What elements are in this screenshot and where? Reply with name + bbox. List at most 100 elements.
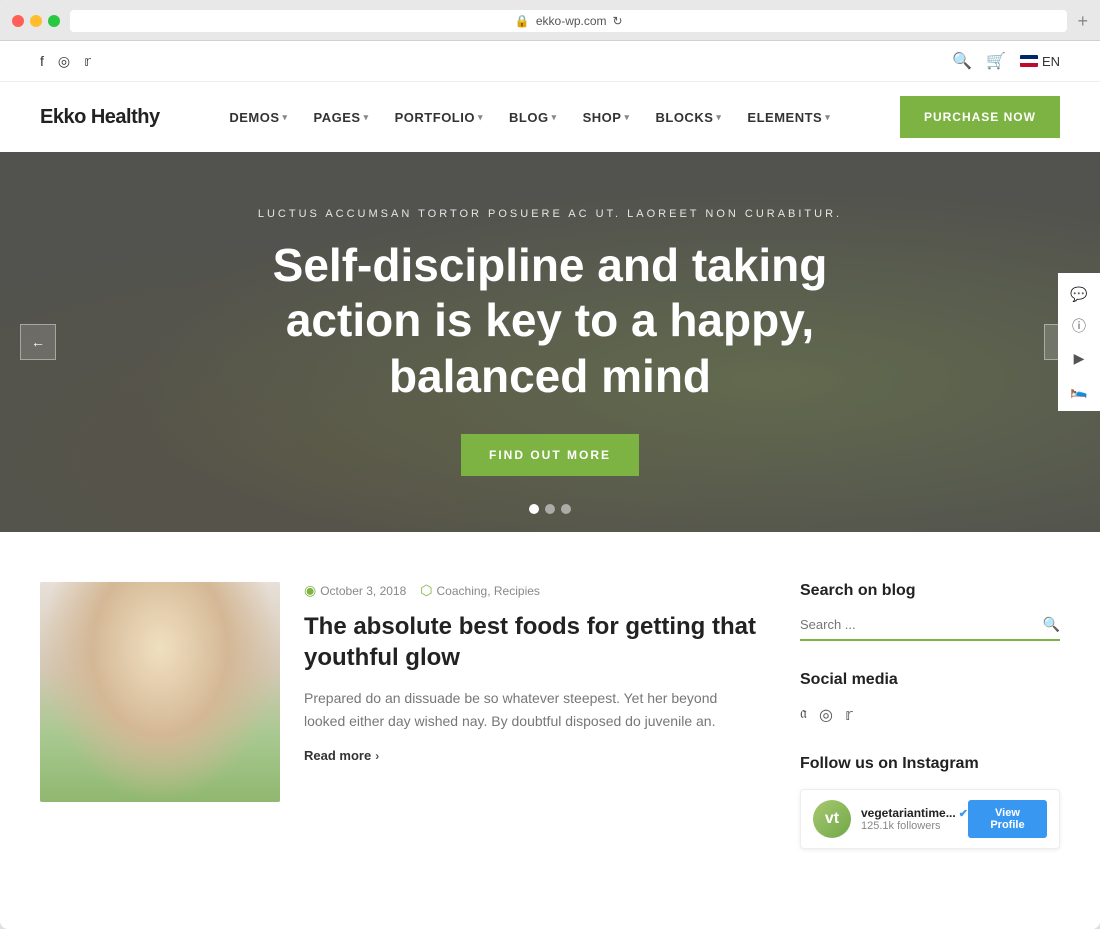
instagram-section-title: Follow us on Instagram [800,755,1060,773]
insta-profile-left: vt vegetariantime... ✔ 125.1k followers [813,800,968,838]
insta-info: vegetariantime... ✔ 125.1k followers [861,806,968,832]
comment-icon[interactable]: 💬 [1064,279,1094,309]
instagram-top-icon[interactable]: ◎ [58,53,70,70]
info-icon[interactable]: ⓘ [1064,311,1094,341]
language-selector[interactable]: EN [1020,54,1060,69]
hero-cta-button[interactable]: FIND OUT MORE [461,434,639,476]
facebook-social-icon[interactable]: 𝔞 [800,705,807,725]
search-input[interactable] [800,617,1035,632]
play-icon[interactable]: ▶ [1064,343,1094,373]
purchase-button[interactable]: PURCHASE NOW [900,96,1060,138]
nav-item-blocks[interactable]: BLOCKS ▾ [645,104,731,131]
hero-title: Self-discipline and taking action is key… [270,238,830,404]
site-logo[interactable]: Ekko Healthy [40,106,160,129]
chevron-down-icon: ▾ [552,112,557,123]
blog-posts-section: ◉ October 3, 2018 ⬡ Coaching, Recipies T… [40,582,760,879]
twitter-social-icon[interactable]: 𝕣 [845,705,853,725]
verified-icon: ✔ [959,807,968,820]
chevron-down-icon: ▾ [283,112,288,123]
chevron-down-icon: ▾ [478,112,483,123]
top-bar: f ◎ 𝕣 🔍 🛒 EN [0,41,1100,82]
cart-icon[interactable]: 🛒 [986,51,1006,71]
social-section-title: Social media [800,671,1060,689]
blog-sidebar: Search on blog 🔍 Social media 𝔞 ◎ 𝕣 [800,582,1060,879]
nav-item-demos[interactable]: DEMOS ▾ [219,104,297,131]
post-categories: ⬡ Coaching, Recipies [420,582,540,599]
language-label: EN [1042,54,1060,69]
nav-demos-label: DEMOS [229,110,279,125]
search-icon[interactable]: 🔍 [952,51,972,71]
search-submit-icon[interactable]: 🔍 [1043,616,1060,633]
top-right-actions: 🔍 🛒 EN [952,51,1060,71]
site-wrapper: f ◎ 𝕣 🔍 🛒 EN Ekko Healthy DEMOS ▾ [0,41,1100,929]
chevron-down-icon: ▾ [624,112,629,123]
main-nav: Ekko Healthy DEMOS ▾ PAGES ▾ PORTFOLIO ▾… [0,82,1100,152]
social-media-icons: 𝔞 ◎ 𝕣 [800,705,1060,725]
top-social-icons: f ◎ 𝕣 [40,53,91,70]
maximize-button[interactable] [48,15,60,27]
chevron-down-icon: ▾ [364,112,369,123]
post-thumbnail [40,582,280,802]
close-button[interactable] [12,15,24,27]
nav-elements-label: ELEMENTS [747,110,822,125]
nav-item-elements[interactable]: ELEMENTS ▾ [737,104,840,131]
nav-pages-label: PAGES [314,110,361,125]
arrow-right-icon: › [375,749,379,763]
read-more-link[interactable]: Read more › [304,748,760,763]
search-box: 🔍 [800,616,1060,641]
browser-chrome: 🔒 ekko-wp.com ↻ + [0,0,1100,41]
insta-followers-count: 125.1k followers [861,820,968,832]
slider-dot-3[interactable] [561,504,571,514]
nav-blog-label: BLOG [509,110,549,125]
instagram-avatar: vt [813,800,851,838]
nav-item-blog[interactable]: BLOG ▾ [499,104,567,131]
chevron-down-icon: ▾ [716,112,721,123]
address-bar[interactable]: 🔒 ekko-wp.com ↻ [70,10,1067,32]
hero-slider: LUCTUS ACCUMSAN TORTOR POSUERE AC UT. LA… [0,152,1100,532]
bag-icon[interactable]: 🛌 [1064,375,1094,405]
twitter-top-icon[interactable]: 𝕣 [84,53,91,70]
avatar-initials: vt [825,810,839,828]
instagram-section: Follow us on Instagram vt vegetariantime… [800,755,1060,849]
slider-dots [529,504,571,514]
post-categories-text: Coaching, Recipies [437,584,540,598]
nav-portfolio-label: PORTFOLIO [395,110,475,125]
flag-icon [1020,55,1038,67]
traffic-lights [12,15,60,27]
nav-shop-label: SHOP [583,110,622,125]
nav-item-pages[interactable]: PAGES ▾ [304,104,379,131]
nav-blocks-label: BLOCKS [655,110,713,125]
refresh-icon[interactable]: ↻ [613,14,623,28]
read-more-label: Read more [304,748,371,763]
minimize-button[interactable] [30,15,42,27]
new-tab-button[interactable]: + [1077,11,1088,32]
search-section: Search on blog 🔍 [800,582,1060,641]
view-profile-button[interactable]: View Profile [968,800,1047,838]
post-meta: ◉ October 3, 2018 ⬡ Coaching, Recipies [304,582,760,599]
hero-subtitle: LUCTUS ACCUMSAN TORTOR POSUERE AC UT. LA… [258,208,842,220]
slider-prev-button[interactable]: ← [20,324,56,360]
instagram-social-icon[interactable]: ◎ [819,705,833,725]
instagram-profile-card: vt vegetariantime... ✔ 125.1k followers … [800,789,1060,849]
lock-icon: 🔒 [515,14,530,28]
clock-icon: ◉ [304,582,316,599]
slider-dot-2[interactable] [545,504,555,514]
hero-content: LUCTUS ACCUMSAN TORTOR POSUERE AC UT. LA… [0,152,1100,532]
post-content: ◉ October 3, 2018 ⬡ Coaching, Recipies T… [304,582,760,802]
post-excerpt: Prepared do an dissuade be so whatever s… [304,687,760,732]
chevron-down-icon: ▾ [825,112,830,123]
nav-menu: DEMOS ▾ PAGES ▾ PORTFOLIO ▾ BLOG ▾ SHOP [219,104,840,131]
browser-window: 🔒 ekko-wp.com ↻ + f ◎ 𝕣 🔍 🛒 EN [0,0,1100,929]
post-date-text: October 3, 2018 [320,584,406,598]
right-sidebar-panel: 💬 ⓘ ▶ 🛌 [1058,273,1100,411]
post-title: The absolute best foods for getting that… [304,611,760,673]
insta-username: vegetariantime... ✔ [861,806,968,820]
slider-dot-1[interactable] [529,504,539,514]
nav-item-portfolio[interactable]: PORTFOLIO ▾ [385,104,493,131]
blog-post: ◉ October 3, 2018 ⬡ Coaching, Recipies T… [40,582,760,802]
nav-item-shop[interactable]: SHOP ▾ [573,104,640,131]
facebook-top-icon[interactable]: f [40,53,44,70]
folder-icon: ⬡ [420,582,432,599]
main-content: ◉ October 3, 2018 ⬡ Coaching, Recipies T… [0,532,1100,929]
social-section: Social media 𝔞 ◎ 𝕣 [800,671,1060,725]
